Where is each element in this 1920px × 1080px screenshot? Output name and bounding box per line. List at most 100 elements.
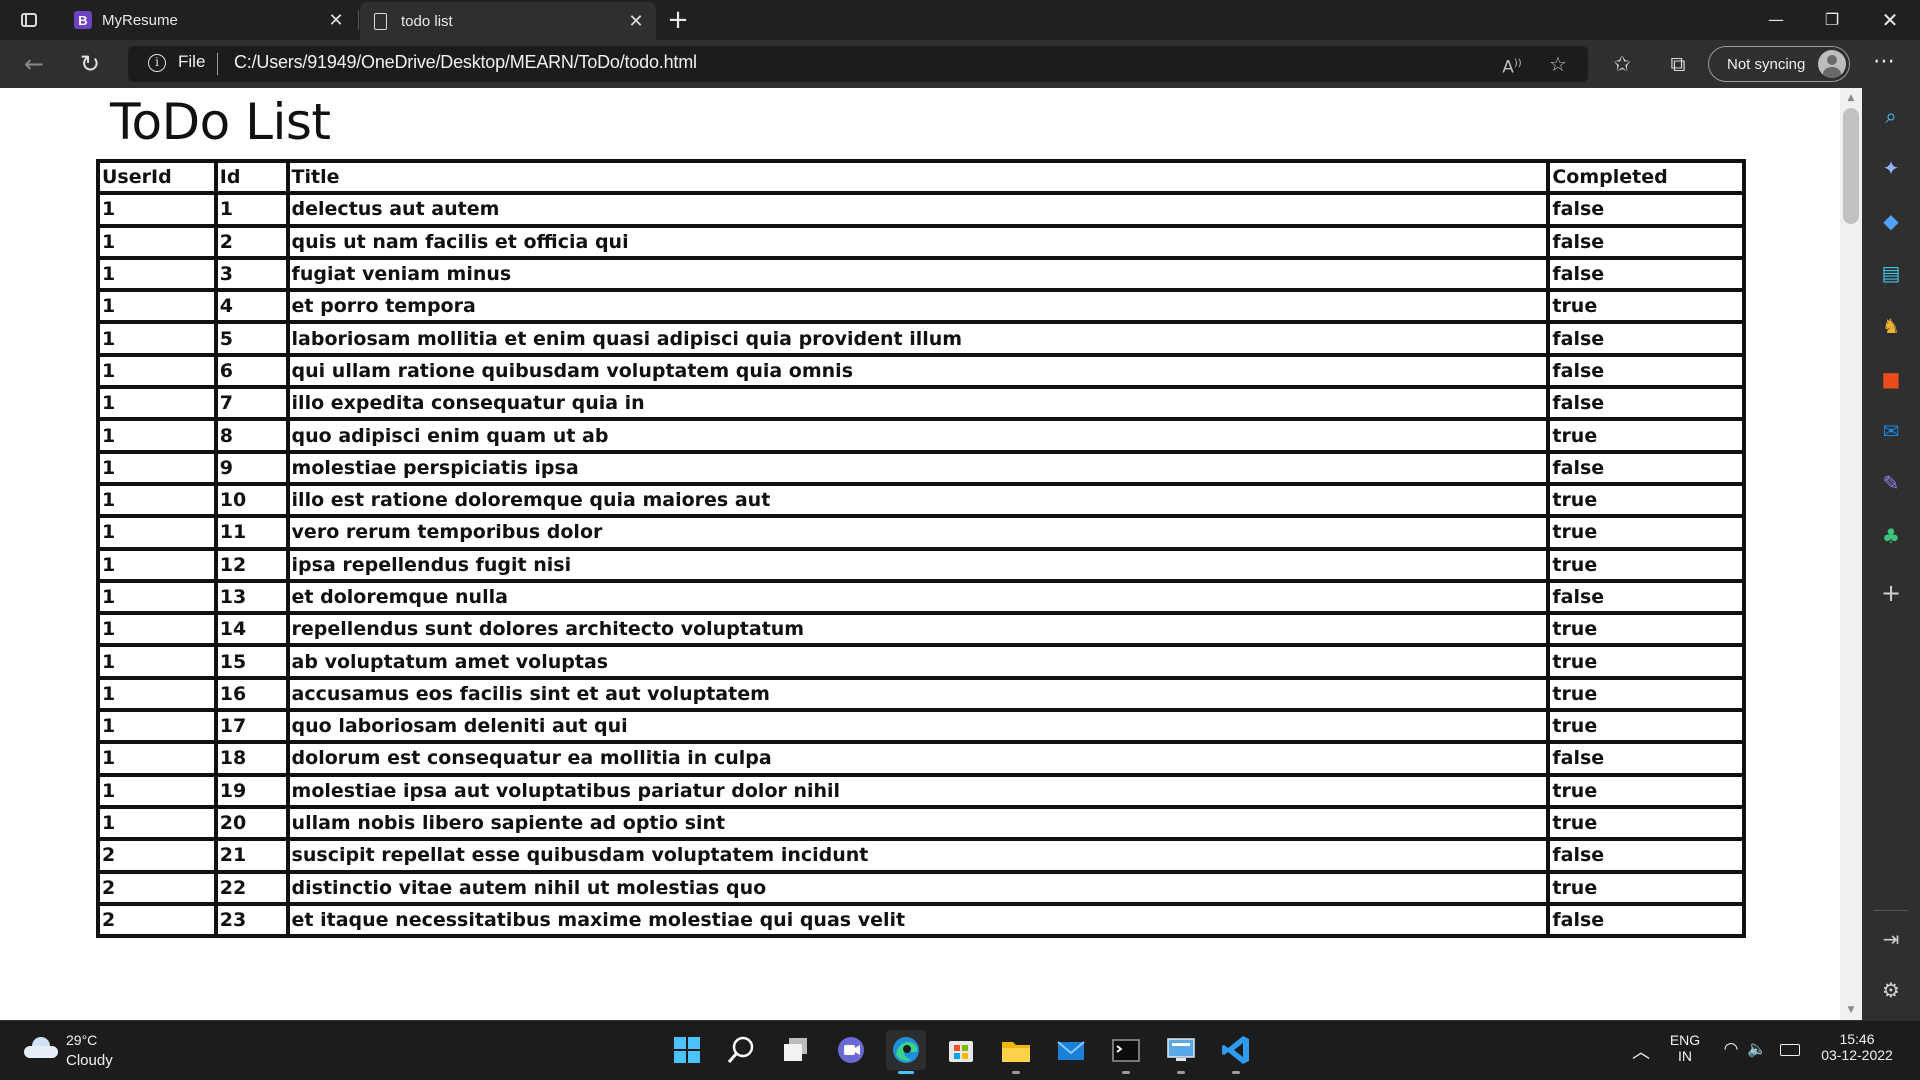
sidebar-settings-icon[interactable]: ⚙	[1876, 975, 1906, 1005]
cell-id: 18	[215, 742, 288, 775]
cell-userid: 1	[98, 516, 216, 549]
task-view-icon[interactable]	[776, 1030, 816, 1070]
running-app-indicator	[1232, 1071, 1240, 1074]
terminal-icon[interactable]	[1106, 1030, 1146, 1074]
games-icon[interactable]: ♞	[1876, 311, 1906, 341]
tab-title: todo list	[401, 12, 453, 30]
table-header: UserId Id Title Completed	[98, 161, 1744, 194]
search-icon[interactable]	[721, 1030, 761, 1070]
vscode-icon[interactable]	[1216, 1030, 1256, 1074]
cell-title: et doloremque nulla	[287, 580, 1549, 614]
sidebar-divider	[1874, 910, 1908, 911]
remote-desktop-icon[interactable]	[1161, 1030, 1201, 1074]
cell-id: 3	[215, 257, 288, 291]
chevron-up-icon[interactable]: ︿	[1626, 1038, 1656, 1064]
cell-id: 15	[215, 645, 288, 678]
profile-sync-button[interactable]: Not syncing	[1708, 46, 1850, 82]
close-tab-icon[interactable]: ✕	[322, 10, 350, 31]
discover-icon[interactable]: ✦	[1876, 153, 1906, 183]
table-body: 1 1 delectus aut autem false 1 2 quis ut nam f…	[98, 193, 1744, 937]
close-tab-icon[interactable]: ✕	[622, 11, 650, 32]
cell-completed: true	[1548, 710, 1744, 743]
start-icon[interactable]	[667, 1030, 707, 1070]
more-menu-icon[interactable]: ⋯	[1864, 48, 1904, 80]
volume-icon[interactable]: 🔈	[1744, 1039, 1770, 1059]
cell-userid: 1	[98, 387, 216, 420]
running-app-indicator	[1012, 1071, 1020, 1074]
outlook-icon[interactable]: ✉	[1876, 416, 1906, 446]
read-aloud-icon[interactable]: A))	[1496, 50, 1528, 78]
cell-title: distinctio vitae autem nihil ut molestia…	[287, 871, 1549, 904]
tree-icon[interactable]: ♣	[1876, 521, 1906, 551]
cell-userid: 1	[98, 645, 216, 678]
chat-icon[interactable]	[831, 1030, 871, 1070]
running-app-indicator	[1122, 1071, 1130, 1074]
file-explorer-icon[interactable]	[996, 1030, 1036, 1074]
cell-title: quis ut nam facilis et officia qui	[287, 225, 1549, 258]
cloud-icon[interactable]	[24, 1037, 58, 1059]
minimize-icon[interactable]: —	[1748, 0, 1804, 40]
url-text[interactable]: C:/Users/91949/OneDrive/Desktop/MEARN/To…	[234, 52, 697, 73]
collections-icon[interactable]: ⧉	[1660, 48, 1696, 80]
cell-userid: 2	[98, 871, 216, 904]
cell-id: 4	[215, 290, 288, 323]
weather-temperature[interactable]: 29°C	[66, 1032, 97, 1048]
hide-sidebar-icon[interactable]: ⇥	[1876, 924, 1906, 954]
cell-userid: 1	[98, 483, 216, 517]
info-icon[interactable]: i	[148, 54, 166, 72]
refresh-icon[interactable]: ↻	[72, 48, 108, 80]
cell-completed: false	[1548, 193, 1744, 226]
column-header-title: Title	[287, 161, 1549, 194]
cell-title: et porro tempora	[287, 290, 1549, 323]
back-arrow-icon[interactable]: ←	[16, 48, 52, 80]
wifi-icon[interactable]: ◠	[1718, 1039, 1744, 1059]
cell-title: et itaque necessitatibus maxime molestia…	[287, 903, 1549, 937]
tab-actions-icon	[21, 13, 37, 27]
table-row: 1 2 quis ut nam facilis et officia qui fals…	[98, 225, 1744, 258]
address-divider	[217, 53, 218, 75]
battery-icon[interactable]	[1780, 1044, 1800, 1056]
edge-icon[interactable]	[886, 1030, 926, 1074]
scroll-thumb[interactable]	[1843, 108, 1859, 224]
table-row: 1 7 illo expedita consequatur quia in false	[98, 387, 1744, 420]
cell-title: suscipit repellat esse quibusdam volupta…	[287, 839, 1549, 872]
cell-id: 8	[215, 419, 288, 452]
scheme-label[interactable]: File	[178, 52, 205, 72]
add-favorite-icon[interactable]: ☆	[1542, 50, 1574, 78]
cell-title: ipsa repellendus fugit nisi	[287, 548, 1549, 581]
cell-userid: 1	[98, 257, 216, 291]
search-icon[interactable]: ⌕	[1876, 101, 1906, 131]
clock[interactable]: 15:46 03-12-2022	[1812, 1031, 1902, 1063]
cell-completed: true	[1548, 774, 1744, 807]
cell-id: 22	[215, 871, 288, 904]
cell-userid: 2	[98, 839, 216, 872]
favorites-icon[interactable]: ✩	[1604, 48, 1640, 80]
vertical-scrollbar[interactable]	[1840, 88, 1862, 1020]
scroll-down-icon[interactable]: ▼	[1845, 1004, 1857, 1016]
mail-icon[interactable]	[1051, 1030, 1091, 1070]
scroll-up-icon[interactable]: ▲	[1845, 92, 1857, 104]
office-icon[interactable]: ■	[1876, 364, 1906, 394]
shopping-tag-icon[interactable]: ◆	[1876, 206, 1906, 236]
store-icon[interactable]	[941, 1030, 981, 1070]
tools-icon[interactable]: ▤	[1876, 258, 1906, 288]
language-indicator[interactable]: ENG IN	[1668, 1032, 1702, 1064]
restore-icon[interactable]: ❐	[1804, 0, 1860, 40]
add-sidebar-app-icon[interactable]: +	[1876, 578, 1906, 608]
cell-title: illo est ratione doloremque quia maiores…	[287, 483, 1549, 517]
weather-condition[interactable]: Cloudy	[66, 1052, 113, 1069]
close-window-icon[interactable]: ✕	[1862, 0, 1918, 40]
cell-title: repellendus sunt dolores architecto volu…	[287, 613, 1549, 646]
tab-actions-button[interactable]	[16, 8, 42, 32]
tab-myresume[interactable]: B MyResume ✕	[60, 0, 356, 40]
drop-icon[interactable]: ✎	[1876, 468, 1906, 498]
column-header-userid: UserId	[98, 161, 216, 194]
table-row: 1 14 repellendus sunt dolores architecto v…	[98, 613, 1744, 646]
cell-title: laboriosam mollitia et enim quasi adipis…	[287, 322, 1549, 355]
cell-id: 6	[215, 354, 288, 388]
cell-userid: 1	[98, 613, 216, 646]
cell-userid: 1	[98, 806, 216, 840]
cell-userid: 1	[98, 290, 216, 323]
new-tab-button[interactable]: +	[662, 5, 694, 35]
tab-todo-list[interactable]: todo list ✕	[360, 2, 656, 40]
